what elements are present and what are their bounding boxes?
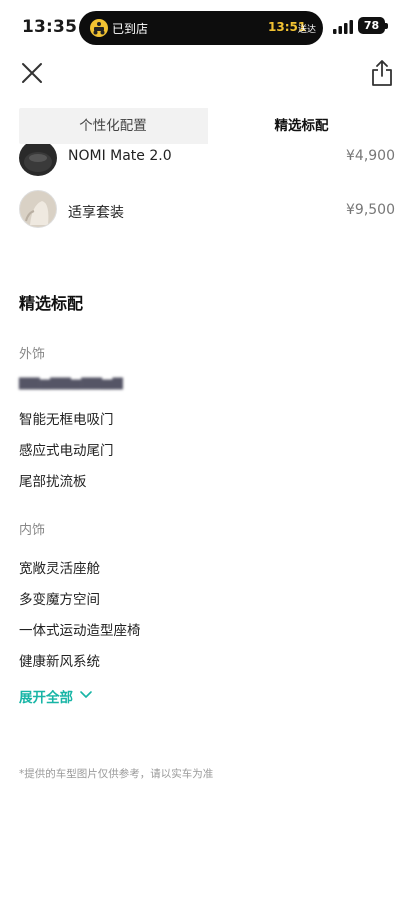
tab-personalized-config[interactable]: 个性化配置 <box>19 108 207 144</box>
disclaimer-text: *提供的车型图片仅供参考，请以实车为准 <box>19 768 214 780</box>
island-status-text: 已到店 <box>112 22 149 36</box>
chevron-down-icon[interactable] <box>79 688 93 702</box>
delivery-rider-icon <box>90 19 108 37</box>
status-time: 13:35 <box>22 17 78 37</box>
item-name-suit: 适享套装 <box>68 205 124 221</box>
group-label-exterior: 外饰 <box>19 347 46 362</box>
feature-item: 尾部扰流板 <box>19 474 87 490</box>
feature-item: 健康新风系统 <box>19 654 100 670</box>
feature-item: 智能无框电吸门 <box>19 412 114 428</box>
item-price-suit: ¥9,500 <box>346 202 395 218</box>
feature-blurred-placeholder: ▆▆▅▆▆▅▆▆▅▆ <box>19 374 123 390</box>
feature-item: 一体式运动造型座椅 <box>19 623 141 639</box>
nomi-thumbnail-icon <box>19 144 57 176</box>
feature-item: 感应式电动尾门 <box>19 443 114 459</box>
dynamic-island[interactable]: 已到店 13:51 送达 <box>79 11 323 45</box>
section-title: 精选标配 <box>19 294 84 313</box>
island-eta-label: 送达 <box>298 25 317 35</box>
tab-featured-standard[interactable]: 精选标配 <box>208 108 395 144</box>
feature-item: 多变魔方空间 <box>19 592 100 608</box>
seat-suit-thumbnail-icon <box>19 190 57 228</box>
expand-all-button[interactable]: 展开全部 <box>19 686 73 706</box>
group-label-interior: 内饰 <box>19 523 46 538</box>
item-name-nomi: NOMI Mate 2.0 <box>68 148 172 164</box>
battery-indicator: 78 <box>358 17 385 34</box>
item-price-nomi: ¥4,900 <box>346 148 395 164</box>
battery-nub <box>385 23 388 29</box>
config-tabs: 个性化配置 精选标配 <box>19 108 395 144</box>
feature-item: 宽敞灵活座舱 <box>19 561 100 577</box>
cellular-signal-icon <box>333 20 353 34</box>
share-icon[interactable] <box>367 58 397 88</box>
close-icon[interactable] <box>18 59 46 87</box>
